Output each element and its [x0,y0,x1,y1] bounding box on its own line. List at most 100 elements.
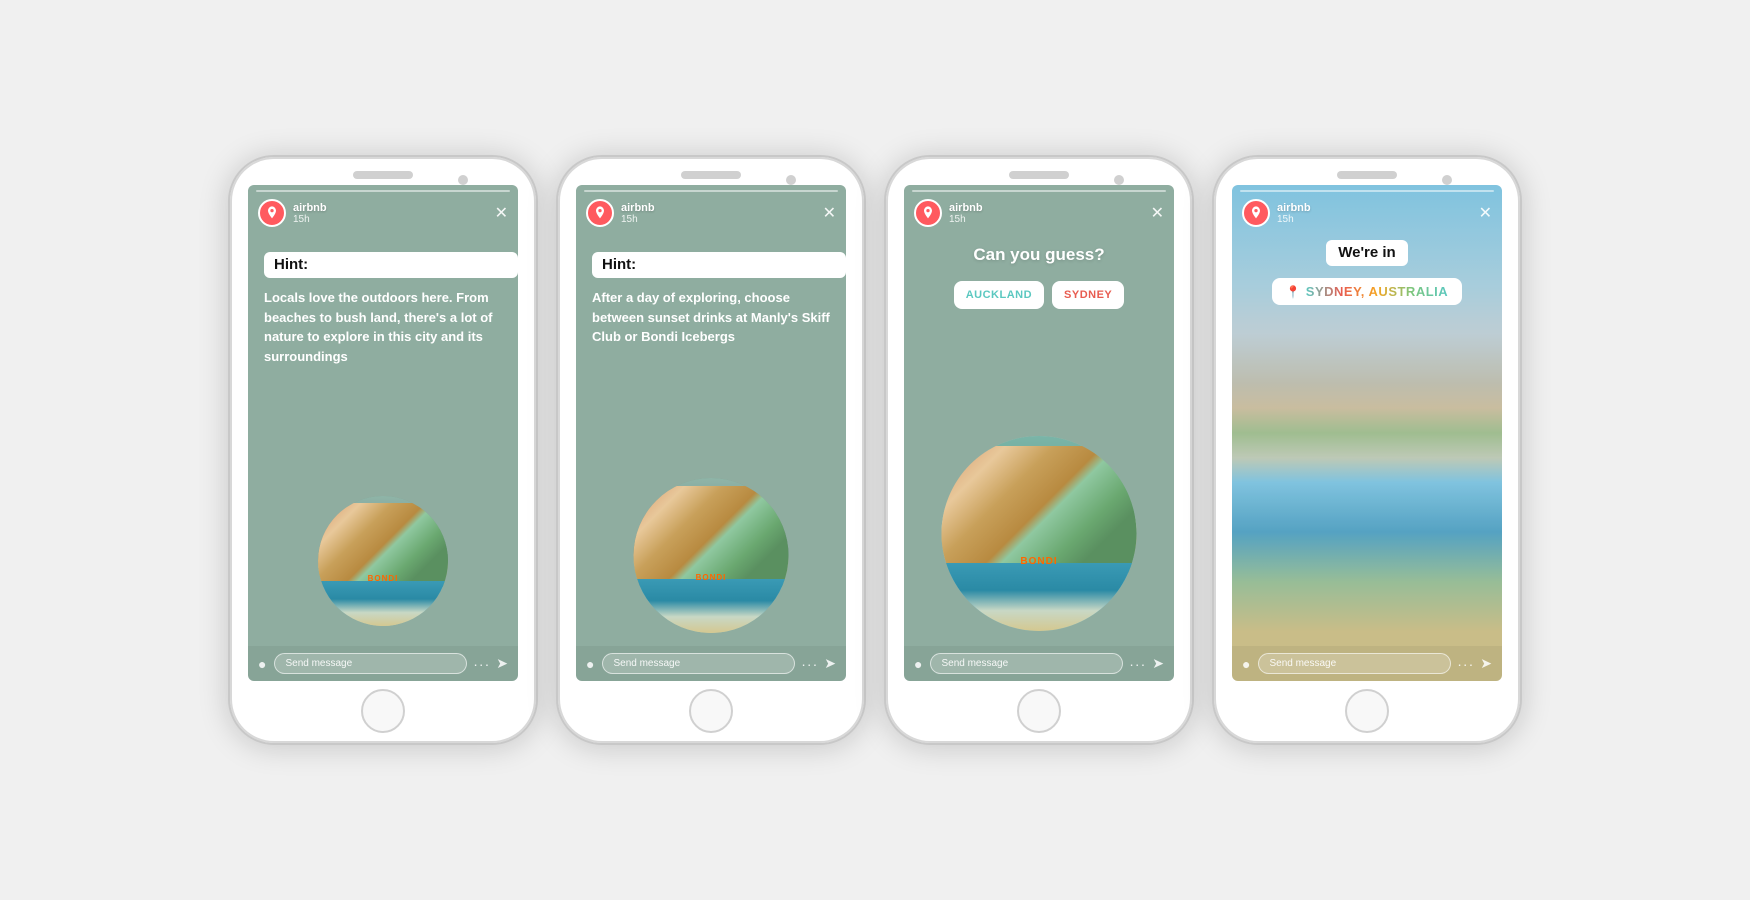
airbnb-logo-3 [914,199,942,227]
send-icon-2[interactable]: ➤ [824,655,836,672]
home-button-2[interactable] [689,689,733,733]
phone-3: airbnb 15h ✕ Can you guess? AUCKLAND SYD… [884,155,1194,745]
send-message-2[interactable]: Send message [602,653,795,674]
quiz-options: AUCKLAND SYDNEY [954,281,1125,309]
location-text: SYDNEY, AUSTRALIA [1306,284,1448,299]
phone-screen-1: airbnb 15h ✕ Hint: Locals love the outdo… [248,185,518,681]
more-icon-4[interactable]: ··· [1457,656,1474,672]
story-username-4: airbnb [1277,202,1479,214]
speaker-4 [1337,171,1397,179]
camera-icon-1[interactable]: ● [258,656,266,672]
phone-2: airbnb 15h ✕ Hint: After a day of explor… [556,155,866,745]
hint-body-1: Locals love the outdoors here. From beac… [248,288,518,366]
phone-top-bar-4 [1214,157,1520,185]
speaker-1 [353,171,413,179]
story-header-1: airbnb 15h ✕ [248,185,518,233]
circle-image-1: BONDI [318,496,448,626]
phone-screen-4: airbnb 15h ✕ We're in 📍 SYDNEY, AUSTRALI… [1232,185,1502,681]
story-username-2: airbnb [621,202,823,214]
story-meta-2: airbnb 15h [621,202,823,225]
screen-content-2: Hint: After a day of exploring, choose b… [576,185,846,681]
screen-content-4: We're in 📍 SYDNEY, AUSTRALIA [1232,240,1502,305]
story-username-3: airbnb [949,202,1151,214]
story-header-3: airbnb 15h ✕ [904,185,1174,233]
hint-badge-1: Hint: [264,252,518,278]
bondi-image-2: BONDI [634,478,789,633]
airbnb-logo-4 [1242,199,1270,227]
camera-icon-4[interactable]: ● [1242,656,1250,672]
bondi-text-3: BONDI [1020,556,1057,567]
story-header-4: airbnb 15h ✕ [1232,185,1502,233]
screen-content-3: Can you guess? AUCKLAND SYDNEY BONDI [904,185,1174,681]
camera-1 [458,175,468,185]
story-footer-4: ● Send message ··· ➤ [1232,646,1502,681]
camera-4 [1442,175,1452,185]
quiz-option-sydney[interactable]: SYDNEY [1052,281,1124,309]
home-button-1[interactable] [361,689,405,733]
bondi-water-2 [634,579,789,633]
story-meta-1: airbnb 15h [293,202,495,225]
close-icon-1[interactable]: ✕ [495,203,508,223]
phone-top-bar-2 [558,157,864,185]
camera-icon-3[interactable]: ● [914,656,922,672]
story-meta-3: airbnb 15h [949,202,1151,225]
more-icon-1[interactable]: ··· [473,656,490,672]
screen-content-1: Hint: Locals love the outdoors here. Fro… [248,185,518,681]
home-button-4[interactable] [1345,689,1389,733]
airbnb-icon-3 [920,205,936,221]
hint-body-2: After a day of exploring, choose between… [576,288,846,347]
bondi-image-1: BONDI [318,496,448,626]
hint-label-2: Hint: [602,256,636,273]
phone-top-bar-1 [230,157,536,185]
airbnb-icon-2 [592,205,608,221]
bondi-houses-3 [942,446,1137,573]
location-badge: 📍 SYDNEY, AUSTRALIA [1272,278,1462,305]
bondi-houses-2 [634,486,789,587]
story-time-3: 15h [949,214,1151,225]
hint-label-1: Hint: [274,256,308,273]
home-button-3[interactable] [1017,689,1061,733]
bondi-water-1 [318,581,448,627]
were-in-text: We're in [1338,244,1395,261]
bondi-text-1: BONDI [368,574,399,583]
send-icon-3[interactable]: ➤ [1152,655,1164,672]
story-time-2: 15h [621,214,823,225]
speaker-2 [681,171,741,179]
camera-icon-2[interactable]: ● [586,656,594,672]
bondi-big-image-3: BONDI [942,436,1137,631]
airbnb-icon-1 [264,205,280,221]
quiz-option-auckland[interactable]: AUCKLAND [954,281,1044,309]
airbnb-logo-2 [586,199,614,227]
were-in-badge: We're in [1326,240,1407,266]
bondi-text-2: BONDI [696,573,727,582]
camera-3 [1114,175,1124,185]
phone-top-bar-3 [886,157,1192,185]
circle-image-2: BONDI [634,478,789,633]
location-pin-icon: 📍 [1286,285,1301,299]
send-icon-4[interactable]: ➤ [1480,655,1492,672]
send-message-1[interactable]: Send message [274,653,467,674]
quiz-question: Can you guess? [973,245,1104,265]
story-meta-4: airbnb 15h [1277,202,1479,225]
bondi-water-3 [942,563,1137,631]
airbnb-logo-1 [258,199,286,227]
send-message-3[interactable]: Send message [930,653,1123,674]
story-footer-3: ● Send message ··· ➤ [904,646,1174,681]
more-icon-2[interactable]: ··· [801,656,818,672]
close-icon-4[interactable]: ✕ [1479,203,1492,223]
camera-2 [786,175,796,185]
send-icon-1[interactable]: ➤ [496,655,508,672]
phone-4: airbnb 15h ✕ We're in 📍 SYDNEY, AUSTRALI… [1212,155,1522,745]
phones-container: airbnb 15h ✕ Hint: Locals love the outdo… [208,135,1542,765]
more-icon-3[interactable]: ··· [1129,656,1146,672]
phone-screen-2: airbnb 15h ✕ Hint: After a day of explor… [576,185,846,681]
close-icon-3[interactable]: ✕ [1151,203,1164,223]
send-message-4[interactable]: Send message [1258,653,1451,674]
hint-badge-2: Hint: [592,252,846,278]
phone-screen-3: airbnb 15h ✕ Can you guess? AUCKLAND SYD… [904,185,1174,681]
story-time-1: 15h [293,214,495,225]
speaker-3 [1009,171,1069,179]
story-footer-1: ● Send message ··· ➤ [248,646,518,681]
close-icon-2[interactable]: ✕ [823,203,836,223]
big-circle-3: BONDI [942,436,1137,631]
